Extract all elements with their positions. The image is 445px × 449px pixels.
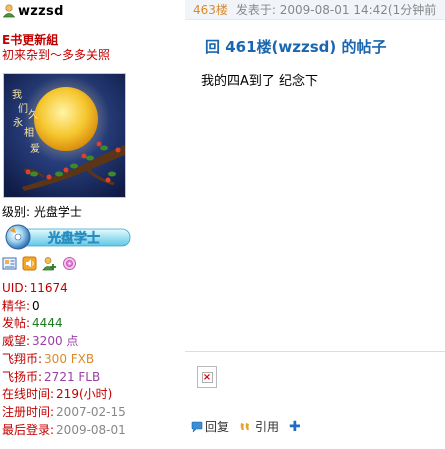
reply-button[interactable]: 回复 [191, 418, 229, 435]
rank-badge-image: 光盘学士 [5, 224, 131, 250]
profile-action-icons [2, 256, 77, 271]
stat-online-time: 在线时间: 219(小时) [2, 387, 113, 402]
post-header: 463楼 发表于: 2009-08-01 14:42(1分钟前 [185, 0, 445, 20]
rank-label: 级别: 光盘学士 [2, 205, 82, 219]
post-title: 回 461楼(wzzsd) 的帖子 [205, 38, 387, 56]
username[interactable]: wzzsd [18, 4, 64, 19]
reply-icon [191, 421, 203, 432]
broken-image-attachment[interactable]: × [197, 366, 217, 388]
speaker-icon[interactable] [22, 256, 37, 271]
flower-icon[interactable] [62, 256, 77, 271]
broken-image-icon: × [201, 371, 213, 383]
svg-text:们: 们 [18, 102, 28, 115]
post-time: 发表于: 2009-08-01 14:42(1分钟前 [235, 3, 437, 17]
quote-label: 引用 [255, 420, 280, 434]
reply-label: 回复 [205, 420, 230, 434]
post-actions: 回复 引用 ✚ [191, 418, 311, 435]
stat-flb: 飞扬币: 2721 FLB [2, 369, 101, 384]
quote-icon [240, 422, 250, 430]
stat-last-login: 最后登录: 2009-08-01 [2, 422, 126, 437]
add-button[interactable]: ✚ [289, 419, 301, 435]
user-header: wzzsd [2, 3, 64, 19]
online-user-icon [2, 4, 16, 18]
divider [185, 351, 445, 352]
user-profile-panel: wzzsd E书更新組 初来杂到～多多关照 我 们 永 久 相 爱 级别: 光盘… [0, 0, 185, 449]
post-body: 我的四A到了 纪念下 [201, 74, 319, 89]
avatar[interactable]: 我 们 永 久 相 爱 [3, 73, 126, 198]
svg-text:永: 永 [13, 116, 23, 129]
stat-prestige: 威望: 3200 点 [2, 334, 79, 349]
svg-text:我: 我 [12, 89, 22, 101]
quote-button[interactable]: 引用 [239, 418, 279, 435]
add-friend-icon[interactable] [42, 256, 57, 271]
floor-number[interactable]: 463楼 [193, 1, 228, 18]
stat-digest: 精华: 0 [2, 298, 40, 313]
avatar-moon-image: 我 们 永 久 相 爱 [4, 74, 125, 197]
post-panel: 463楼 发表于: 2009-08-01 14:42(1分钟前 回 461楼(w… [185, 0, 445, 449]
svg-text:相: 相 [24, 126, 34, 139]
user-signature: 初来杂到～多多关照 [2, 48, 111, 62]
rank-badge-text: 光盘学士 [47, 231, 100, 247]
user-stats: UID: 11674 精华: 0 发帖: 4444 威望: 3200 点 飞翔币: 300… [2, 280, 126, 439]
stat-uid: UID: 11674 [2, 281, 68, 295]
profile-card-icon[interactable] [2, 256, 17, 271]
plus-icon: ✚ [289, 418, 301, 435]
stat-fxb: 飞翔币: 300 FXB [2, 351, 95, 366]
stat-posts: 发帖: 4444 [2, 316, 63, 331]
svg-text:久: 久 [28, 109, 38, 121]
svg-text:爱: 爱 [30, 142, 40, 155]
stat-register-date: 注册时间: 2007-02-15 [2, 404, 126, 419]
